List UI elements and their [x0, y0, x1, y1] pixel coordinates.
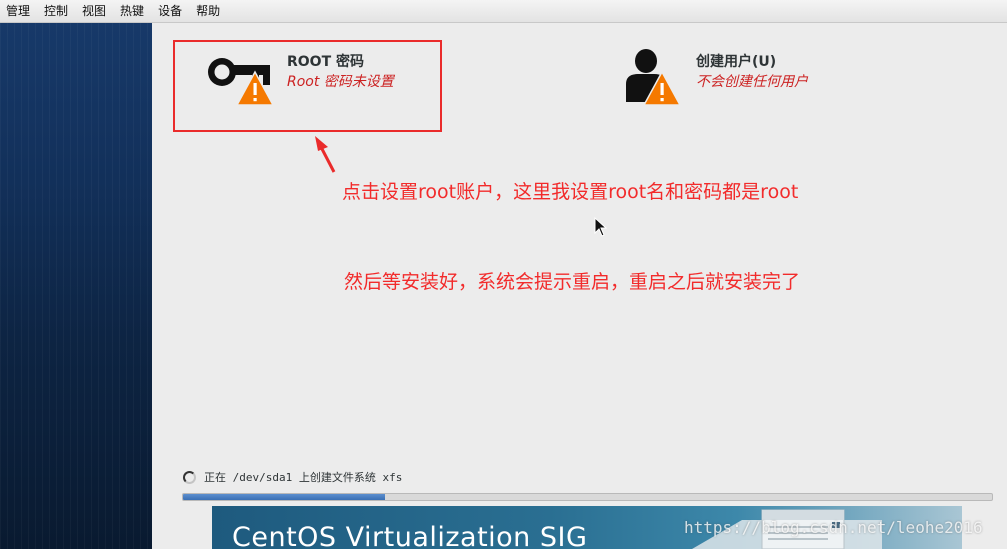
- create-user-spoke[interactable]: 创建用户(U) 不会创建任何用户: [624, 48, 808, 106]
- annotation-highlight-box: [173, 40, 442, 132]
- user-warning-icon: [624, 48, 692, 106]
- menu-help[interactable]: 帮助: [189, 0, 227, 22]
- menu-control[interactable]: 控制: [37, 0, 75, 22]
- vm-menubar: 管理 控制 视图 热键 设备 帮助: [0, 0, 1007, 23]
- install-progress-bar: [182, 493, 993, 501]
- banner-text: CentOS Virtualization SIG: [232, 522, 588, 549]
- menu-hotkeys[interactable]: 热键: [113, 0, 151, 22]
- progress-status-row: 正在 /dev/sda1 上创建文件系统 xfs: [183, 469, 402, 485]
- menu-manage[interactable]: 管理: [0, 0, 37, 22]
- progress-status-text: 正在 /dev/sda1 上创建文件系统 xfs: [204, 471, 403, 484]
- annotation-text-2: 然后等安装好，系统会提示重启，重启之后就安装完了: [344, 271, 801, 293]
- annotation-arrow-icon: [315, 136, 336, 173]
- install-progress-fill: [183, 494, 386, 500]
- spinner-icon: [183, 470, 196, 484]
- menu-devices[interactable]: 设备: [151, 0, 189, 22]
- csdn-watermark: https://blog.csdn.net/leohe2016: [684, 518, 983, 537]
- menu-view[interactable]: 视图: [75, 0, 113, 22]
- installer-sidebar: [0, 23, 152, 549]
- annotation-text-1: 点击设置root账户，这里我设置root名和密码都是root: [342, 181, 799, 203]
- user-spoke-status: 不会创建任何用户: [696, 74, 808, 90]
- user-spoke-title: 创建用户(U): [696, 54, 777, 70]
- mouse-cursor-icon: [594, 217, 608, 237]
